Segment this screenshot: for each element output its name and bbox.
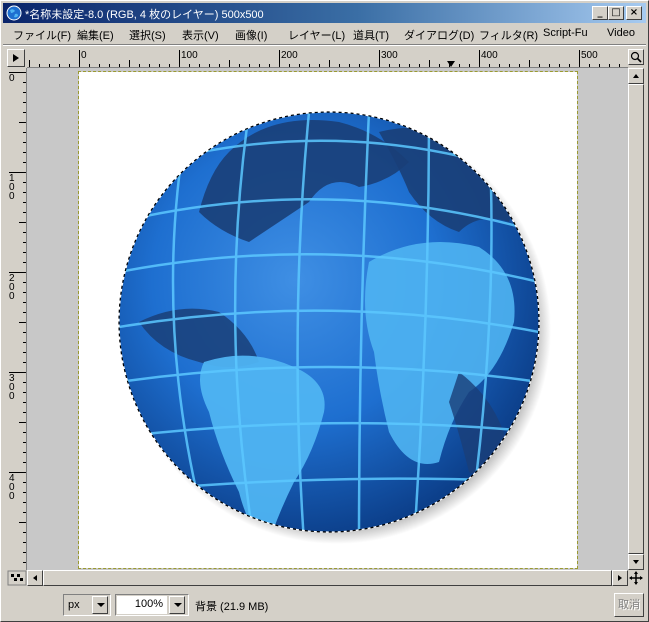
menu-script-fu[interactable]: Script-Fu xyxy=(543,27,588,39)
magnifier-icon[interactable] xyxy=(628,49,644,65)
vruler-label: 0 xyxy=(9,73,15,84)
menu-dialogs[interactable]: ダイアログ(D) xyxy=(404,27,474,43)
menu-filters[interactable]: フィルタ(R) xyxy=(479,27,538,43)
hruler-label: 0 xyxy=(81,50,87,61)
status-bar: px 100% 背景 (21.9 MB) 取消 xyxy=(3,589,646,621)
close-button[interactable]: × xyxy=(626,6,642,20)
vruler-label: 200 xyxy=(9,273,15,302)
triangle-right-icon xyxy=(13,54,19,62)
menu-video[interactable]: Video xyxy=(607,27,635,39)
window-title: *名称未設定-8.0 (RGB, 4 枚のレイヤー) 500x500 xyxy=(25,9,264,21)
horizontal-scroll-thumb[interactable] xyxy=(43,570,612,586)
globe-image xyxy=(118,111,551,544)
menu-select[interactable]: 選択(S) xyxy=(129,27,166,43)
horizontal-scrollbar[interactable] xyxy=(27,570,628,586)
zoom-selector[interactable]: 100% xyxy=(115,594,189,616)
scroll-right-button[interactable] xyxy=(612,570,628,586)
image-canvas[interactable] xyxy=(78,71,578,569)
vruler-label: 100 xyxy=(9,173,15,202)
scroll-down-button[interactable] xyxy=(628,554,644,570)
chevron-down-icon xyxy=(174,603,182,607)
unit-value: px xyxy=(68,599,80,611)
zoom-dropdown-button[interactable] xyxy=(169,596,185,614)
move-cross-icon[interactable] xyxy=(628,570,644,586)
scroll-up-button[interactable] xyxy=(628,68,644,84)
canvas-area[interactable] xyxy=(27,68,628,570)
chevron-down-icon xyxy=(97,603,105,607)
zoom-value: 100% xyxy=(134,598,163,610)
minimize-button[interactable]: _ xyxy=(592,6,608,20)
menu-view[interactable]: 表示(V) xyxy=(182,27,219,43)
horizontal-ruler[interactable]: 0 100 200 300 400 500 xyxy=(27,48,628,68)
maximize-button[interactable]: □ xyxy=(608,6,624,20)
vertical-scroll-thumb[interactable] xyxy=(628,84,644,554)
status-message: 背景 (21.9 MB) xyxy=(195,601,269,613)
hruler-label: 300 xyxy=(381,50,398,61)
gimp-image-window: *名称未設定-8.0 (RGB, 4 枚のレイヤー) 500x500 _ □ ×… xyxy=(0,0,649,622)
cancel-button[interactable]: 取消 xyxy=(614,593,644,617)
vertical-scrollbar[interactable] xyxy=(628,68,644,570)
zoom-input[interactable]: 100% xyxy=(117,596,167,614)
menu-tools[interactable]: 道具(T) xyxy=(353,27,389,43)
pointer-marker-icon xyxy=(447,61,455,67)
menu-bar: ファイル(F) 編集(E) 選択(S) 表示(V) 画像(I) レイヤー(L) … xyxy=(3,24,646,44)
hruler-label: 200 xyxy=(281,50,298,61)
quick-mask-toggle[interactable] xyxy=(7,570,27,586)
hruler-label: 500 xyxy=(581,50,598,61)
menu-file[interactable]: ファイル(F) xyxy=(13,27,71,43)
hruler-label: 100 xyxy=(181,50,198,61)
vertical-ruler[interactable]: 0 100 200 300 400 xyxy=(7,68,27,570)
gimp-globe-icon xyxy=(6,5,22,21)
unit-selector[interactable]: px xyxy=(63,594,111,616)
menu-image[interactable]: 画像(I) xyxy=(235,27,267,43)
title-bar[interactable]: *名称未設定-8.0 (RGB, 4 枚のレイヤー) 500x500 _ □ × xyxy=(3,3,646,23)
image-menu-button[interactable] xyxy=(7,49,25,67)
menu-separator xyxy=(3,44,646,46)
menu-edit[interactable]: 編集(E) xyxy=(77,27,114,43)
vruler-label: 400 xyxy=(9,473,15,502)
scroll-left-button[interactable] xyxy=(27,570,43,586)
unit-dropdown-button[interactable] xyxy=(92,596,108,614)
menu-layer[interactable]: レイヤー(L) xyxy=(288,27,345,43)
hruler-label: 400 xyxy=(481,50,498,61)
vruler-label: 300 xyxy=(9,373,15,402)
